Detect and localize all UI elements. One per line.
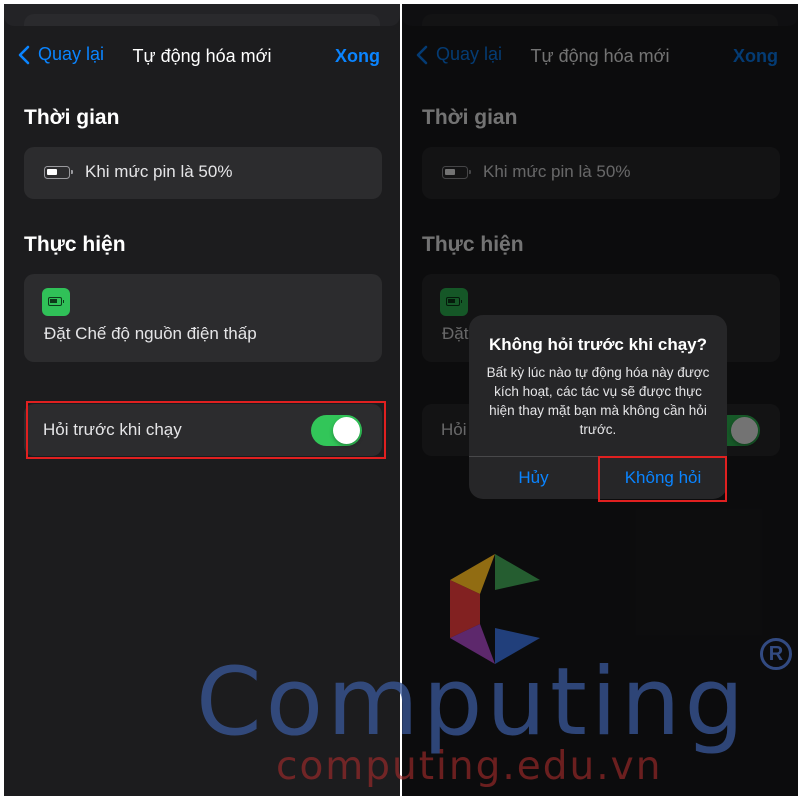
trigger-text: Khi mức pin là 50%	[85, 162, 233, 181]
screen-left: Quay lại Tự động hóa mới Xong Thời gian …	[4, 4, 400, 796]
battery-icon	[44, 166, 73, 179]
sheet-stack-edge	[4, 4, 400, 26]
alert-title: Không hỏi trước khi chạy?	[488, 335, 708, 354]
done-button[interactable]: Xong	[335, 46, 380, 67]
trigger-card[interactable]: Khi mức pin là 50%	[24, 147, 382, 199]
cancel-button[interactable]: Hủy	[469, 456, 598, 499]
alert-message: Bất kỳ lúc nào tự động hóa này được kích…	[486, 365, 710, 437]
highlight-box	[26, 401, 386, 459]
navigation-bar: Quay lại Tự động hóa mới Xong	[4, 26, 400, 88]
action-card[interactable]: Đặt Chế độ nguồn điện thấp	[24, 274, 382, 362]
action-text: Đặt Chế độ nguồn điện thấp	[44, 324, 257, 343]
screen-right: Quay lại Tự động hóa mới Xong Thời gian …	[402, 4, 798, 796]
battery-app-icon	[42, 288, 70, 316]
time-section-header: Thời gian	[24, 106, 120, 129]
highlight-box	[598, 456, 727, 502]
action-section-header: Thực hiện	[24, 233, 126, 256]
